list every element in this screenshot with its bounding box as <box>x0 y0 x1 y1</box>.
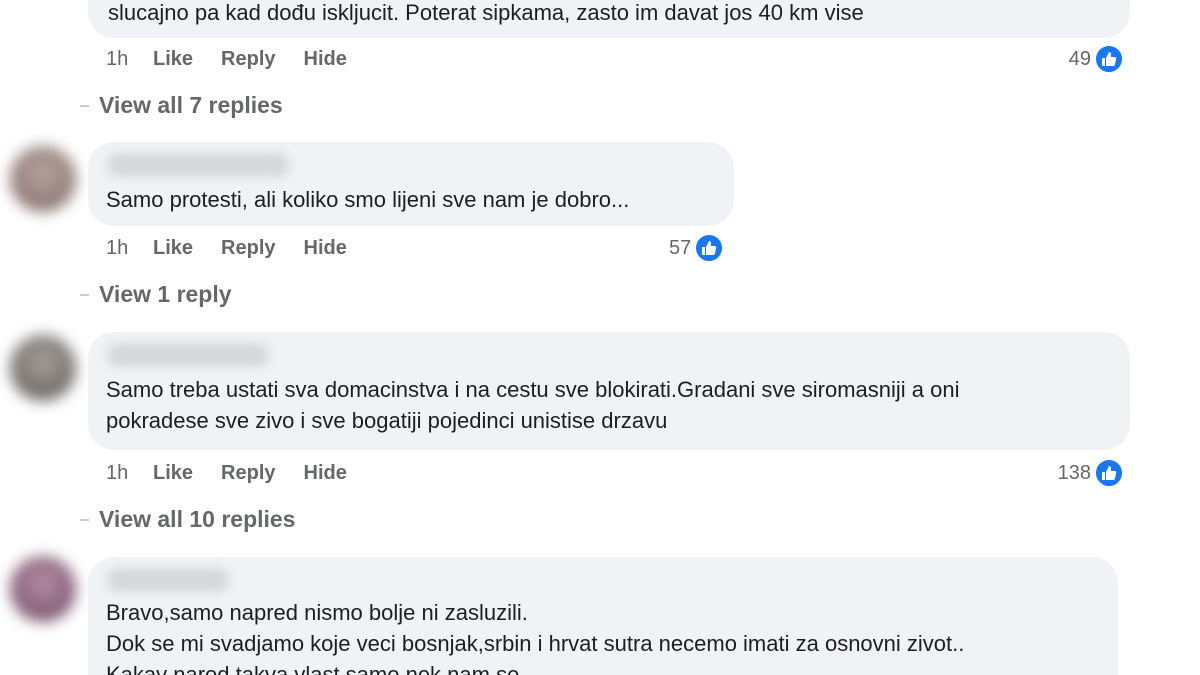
avatar[interactable] <box>10 146 76 212</box>
reaction-summary[interactable]: 57 <box>669 233 725 263</box>
hide-button[interactable]: Hide <box>304 462 347 485</box>
reaction-summary[interactable]: 49 <box>1069 44 1124 74</box>
comment-text: slucajno pa kad dođu iskljucit. Poterat … <box>108 0 864 25</box>
thumbs-up-icon <box>1094 458 1124 488</box>
reply-thread-line <box>80 518 89 521</box>
author-name-redacted[interactable] <box>108 344 268 366</box>
like-button[interactable]: Like <box>153 48 193 71</box>
comment-actions: 1h Like Reply Hide <box>106 462 375 485</box>
author-name-redacted[interactable] <box>108 154 288 176</box>
reaction-count: 49 <box>1068 47 1091 70</box>
view-replies-label: View all 7 replies <box>99 92 283 118</box>
comment-timestamp[interactable]: 1h <box>106 462 153 485</box>
comment-actions: 1h Like Reply Hide <box>106 237 375 260</box>
hide-button[interactable]: Hide <box>304 237 347 260</box>
comment-bubble: Samo protesti, ali koliko smo lijeni sve… <box>88 142 734 226</box>
reaction-count: 138 <box>1057 461 1091 484</box>
view-replies-link[interactable]: View all 7 replies <box>80 92 283 119</box>
comment-bubble: Bravo,samo napred nismo bolje ni zasluzi… <box>88 557 1118 675</box>
reply-button[interactable]: Reply <box>221 237 275 260</box>
comment-actions: 1h Like Reply Hide <box>106 48 375 71</box>
author-name-redacted[interactable] <box>108 569 228 591</box>
like-button[interactable]: Like <box>153 237 193 260</box>
comment-bubble: Samo treba ustati sva domacinstva i na c… <box>88 332 1130 450</box>
avatar[interactable] <box>10 556 76 622</box>
like-button[interactable]: Like <box>153 462 193 485</box>
view-replies-link[interactable]: View all 10 replies <box>80 506 295 533</box>
reply-thread-line <box>80 104 89 107</box>
reply-button[interactable]: Reply <box>221 48 275 71</box>
comment-text: Bravo,samo napred nismo bolje ni zasluzi… <box>106 600 965 675</box>
hide-button[interactable]: Hide <box>304 48 347 71</box>
thumbs-up-icon <box>1094 44 1124 74</box>
view-replies-link[interactable]: View 1 reply <box>80 281 232 308</box>
reaction-count: 57 <box>669 236 692 259</box>
comment-text: Samo treba ustati sva domacinstva i na c… <box>106 377 960 433</box>
avatar[interactable] <box>10 335 76 401</box>
view-replies-label: View all 10 replies <box>99 506 296 532</box>
comment-text: Samo protesti, ali koliko smo lijeni sve… <box>106 187 630 212</box>
reaction-summary[interactable]: 138 <box>1058 458 1124 488</box>
view-replies-label: View 1 reply <box>99 281 232 307</box>
thumbs-up-icon <box>694 233 725 263</box>
reply-thread-line <box>80 293 89 296</box>
reply-button[interactable]: Reply <box>221 462 275 485</box>
comment-timestamp[interactable]: 1h <box>106 237 153 260</box>
comment-feed: slucajno pa kad dođu iskljucit. Poterat … <box>0 0 1200 675</box>
comment-timestamp[interactable]: 1h <box>106 48 153 71</box>
comment-bubble: slucajno pa kad dođu iskljucit. Poterat … <box>88 0 1130 38</box>
